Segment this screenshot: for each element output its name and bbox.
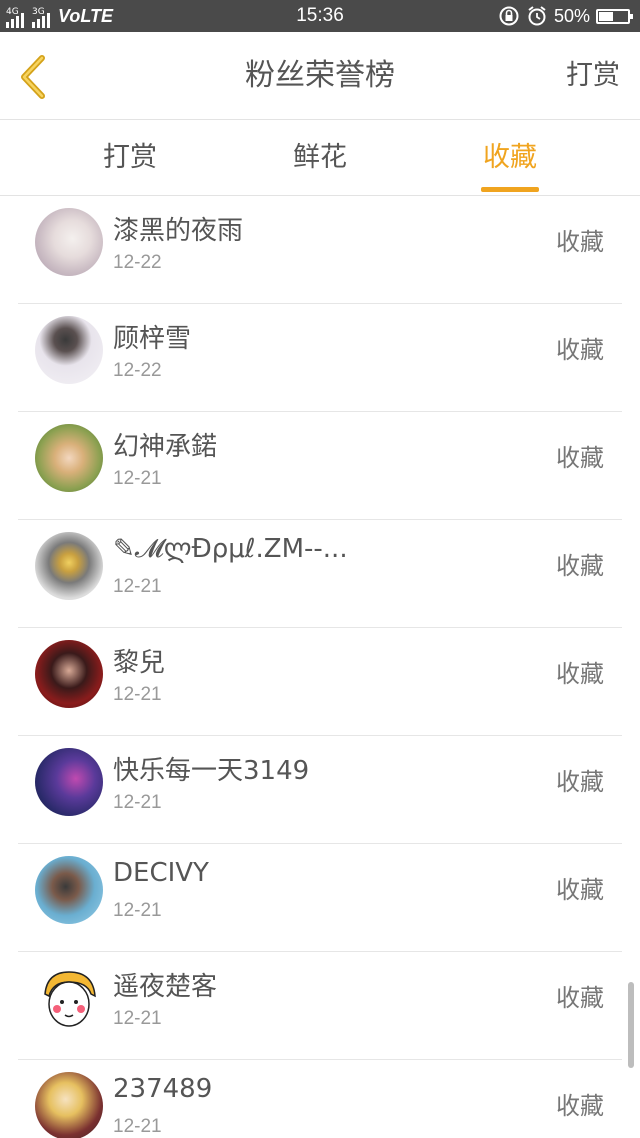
date: 12-21 (113, 468, 162, 489)
date: 12-22 (113, 360, 162, 381)
action-label: 收藏 (556, 336, 604, 364)
tab-reward[interactable]: 打赏 (70, 120, 190, 196)
list-item[interactable]: 漆黑的夜雨 12-22 收藏 (18, 196, 622, 304)
date: 12-21 (113, 1008, 162, 1029)
tab-label: 鲜花 (293, 142, 347, 173)
user-name: ✎𝓜ლĐρμℓ.ZM--... (113, 534, 348, 564)
user-name: 顾梓雪 (113, 324, 192, 354)
cartoon-avatar-icon (44, 971, 96, 1027)
user-name: 遥夜楚客 (113, 972, 218, 1002)
list-item[interactable]: 幻神承鍩 12-21 收藏 (18, 412, 622, 520)
tab-favorites[interactable]: 收藏 (450, 120, 570, 196)
action-label: 收藏 (556, 984, 604, 1012)
avatar[interactable] (35, 1072, 103, 1138)
list-item[interactable]: 快乐每一天3149 12-21 收藏 (18, 736, 622, 844)
avatar[interactable] (35, 964, 103, 1032)
date: 12-21 (113, 684, 162, 705)
action-label: 收藏 (556, 552, 604, 580)
active-tab-indicator (481, 187, 539, 192)
user-name: 漆黑的夜雨 (113, 216, 244, 246)
tab-flowers[interactable]: 鲜花 (260, 120, 380, 196)
status-icons: 50% (498, 4, 633, 28)
avatar[interactable] (35, 856, 103, 924)
avatar[interactable] (35, 532, 103, 600)
tab-label: 收藏 (483, 142, 537, 173)
date: 12-21 (113, 900, 162, 921)
battery-percent: 50% (553, 5, 590, 26)
avatar[interactable] (35, 208, 103, 276)
app-header: 粉丝荣誉榜 打赏 (0, 32, 640, 120)
chevron-left-icon (21, 55, 45, 99)
alarm-icon (528, 6, 546, 26)
avatar[interactable] (35, 316, 103, 384)
fan-list[interactable]: 漆黑的夜雨 12-22 收藏 顾梓雪 12-22 收藏 幻神承鍩 12-21 收… (0, 196, 640, 1138)
reward-button[interactable]: 打赏 (566, 32, 620, 120)
scrollbar[interactable] (628, 982, 634, 1068)
user-name: 黎兒 (113, 648, 166, 678)
avatar[interactable] (35, 424, 103, 492)
avatar[interactable] (35, 640, 103, 708)
action-label: 收藏 (556, 228, 604, 256)
user-name: 幻神承鍩 (113, 432, 218, 462)
list-item[interactable]: 遥夜楚客 12-21 收藏 (18, 952, 622, 1060)
page-title: 粉丝荣誉榜 (245, 58, 395, 93)
tab-label: 打赏 (103, 142, 157, 173)
list-item[interactable]: 黎兒 12-21 收藏 (18, 628, 622, 736)
list-item[interactable]: DECIVY 12-21 收藏 (18, 844, 622, 952)
action-label: 收藏 (556, 1092, 604, 1120)
avatar[interactable] (35, 748, 103, 816)
user-name: 237489 (113, 1074, 213, 1104)
date: 12-22 (113, 252, 162, 273)
tab-bar: 打赏 鲜花 收藏 (0, 120, 640, 196)
battery-icon (596, 8, 633, 24)
action-label: 收藏 (556, 444, 604, 472)
rotation-lock-icon (499, 6, 519, 26)
list-item[interactable]: 顾梓雪 12-22 收藏 (18, 304, 622, 412)
user-name: 快乐每一天3149 (113, 756, 310, 786)
date: 12-21 (113, 576, 162, 597)
list-item[interactable]: ✎𝓜ლĐρμℓ.ZM--... 12-21 收藏 (18, 520, 622, 628)
action-label: 收藏 (556, 660, 604, 688)
date: 12-21 (113, 1116, 162, 1137)
list-item[interactable]: 237489 12-21 收藏 (18, 1060, 622, 1138)
back-button[interactable] (14, 52, 54, 102)
action-label: 收藏 (556, 876, 604, 904)
user-name: DECIVY (113, 858, 209, 888)
status-bar: 4G 3G VoLTE 15:36 50% (0, 0, 640, 32)
date: 12-21 (113, 792, 162, 813)
action-label: 收藏 (556, 768, 604, 796)
